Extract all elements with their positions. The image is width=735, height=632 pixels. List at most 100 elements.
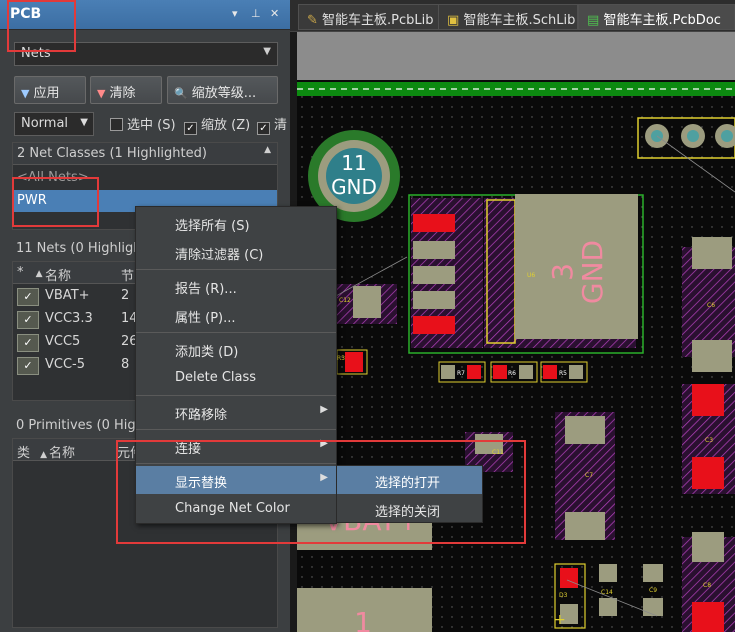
panel-title: PCB (10, 6, 42, 22)
pin-icon[interactable]: ⊥ (251, 7, 261, 20)
tab-pcbdoc[interactable]: ▤ 智能车主板.PcbDoc (578, 4, 735, 30)
tab-label: 智能车主板.PcbDoc (603, 13, 721, 28)
col-star[interactable]: * (17, 265, 24, 280)
pcblib-icon: ✎ (307, 13, 318, 28)
panel-menu-icon[interactable]: ▾ (232, 7, 238, 20)
clear-filter-icon: ▼ (97, 87, 106, 100)
menu-item-connect[interactable]: 连接 ▶ (136, 432, 336, 460)
chevron-up-icon[interactable]: ▲ (264, 145, 271, 155)
chevron-right-icon: ▶ (320, 404, 328, 415)
panel-mode-select[interactable]: Nets ▼ (14, 42, 278, 66)
pcb-canvas[interactable]: 11 GND 3 GND U6 C12 R3 R7 R6 R5 C11 C7 C… (297, 32, 735, 632)
pad (519, 365, 533, 379)
ref-r5: R5 (559, 370, 567, 377)
checkmark-icon: ✓ (257, 122, 270, 135)
menu-item-clear-filter[interactable]: 清除过滤器 (C) (136, 238, 336, 266)
schlib-icon: ▣ (447, 13, 460, 28)
clear-label: 清除 (109, 86, 136, 101)
chevron-down-icon: ▼ (263, 46, 271, 57)
net-classes-header: 2 Net Classes (1 Highlighted) ▲ (13, 143, 277, 165)
ref-c8: C8 (703, 582, 711, 589)
tab-label: 智能车主板.PcbLib (322, 13, 434, 28)
menu-item-change-net-color[interactable]: Change Net Color (136, 495, 336, 523)
menu-separator (136, 429, 336, 430)
pad (493, 365, 507, 379)
tab-pcblib[interactable]: ✎ 智能车主板.PcbLib (298, 4, 440, 30)
pad (441, 365, 455, 379)
pad (543, 365, 557, 379)
menu-item-display-override[interactable]: 显示替换 ▶ (136, 466, 336, 494)
pcb-board-view[interactable]: 11 GND 3 GND U6 C12 R3 R7 R6 R5 C11 C7 C… (297, 32, 735, 632)
select-checkbox[interactable]: 选中 (S) (110, 114, 176, 133)
pad (413, 266, 455, 284)
chevron-right-icon: ▶ (320, 438, 328, 449)
ref-c9: C9 (649, 587, 657, 594)
view-mode-select[interactable]: Normal ▼ (14, 112, 94, 136)
pad (692, 237, 732, 269)
zoom-label: 缩放 (Z) (201, 118, 251, 133)
clear-checkbox[interactable]: ✓ 清 (257, 114, 287, 135)
net-name: VCC-5 (45, 357, 86, 372)
col-node[interactable]: 节 (121, 265, 134, 284)
apply-label: 应用 (33, 86, 60, 101)
menu-item-label: 环路移除 (175, 408, 228, 423)
sort-up-icon: ▲ (35, 269, 43, 279)
submenu-item-selection-on[interactable]: 选择的打开 (337, 466, 482, 494)
menu-item-loop-removal[interactable]: 环路移除 ▶ (136, 398, 336, 426)
origin-cross: + (554, 612, 566, 628)
ref-c14: C14 (601, 589, 613, 596)
pad (353, 286, 381, 318)
tab-schlib[interactable]: ▣ 智能车主板.SchLib (438, 4, 578, 30)
pcbdoc-icon: ▤ (587, 13, 600, 28)
menu-separator (136, 332, 336, 333)
pad (599, 598, 617, 616)
pad (643, 564, 663, 582)
pad (565, 416, 605, 444)
net-count: 8 (121, 357, 130, 372)
pad (692, 532, 724, 562)
menu-item-report[interactable]: 报告 (R)... (136, 272, 336, 300)
tab-label: 智能车主板.SchLib (463, 13, 576, 28)
ref-c3: C3 (705, 437, 713, 444)
net-visible-icon[interactable]: ✓ (17, 311, 39, 329)
chevron-right-icon: ▶ (320, 472, 328, 483)
ref-c12: C12 (339, 297, 351, 304)
zoom-checkbox[interactable]: ✓ 缩放 (Z) (184, 114, 250, 135)
net-name: VBAT+ (45, 288, 90, 303)
menu-item-delete-class[interactable]: Delete Class (136, 364, 336, 392)
panel-titlebar: PCB ▾ ⊥ ✕ (0, 0, 290, 30)
zoom-level-button[interactable]: 🔍 缩放等级... (167, 76, 278, 104)
gnd-via-number: 11 (341, 151, 366, 175)
pad (692, 384, 724, 416)
submenu-item-selection-off[interactable]: 选择的关闭 (337, 495, 482, 523)
ref-c11: C11 (492, 449, 504, 456)
menu-item-select-all[interactable]: 选择所有 (S) (136, 209, 336, 237)
col-name[interactable]: 名称 (45, 265, 71, 284)
net-visible-icon[interactable]: ✓ (17, 357, 39, 375)
clear-button[interactable]: ▼ 清除 (90, 76, 162, 104)
col-class[interactable]: 类 (17, 446, 30, 461)
display-override-submenu: 选择的打开 选择的关闭 (336, 465, 483, 523)
close-icon[interactable]: ✕ (270, 7, 279, 20)
sort-up-icon: ▲ (40, 450, 48, 460)
pad (413, 214, 455, 232)
ref-r6: R6 (508, 370, 516, 377)
menu-item-label: 显示替换 (175, 476, 228, 491)
context-menu: 选择所有 (S) 清除过滤器 (C) 报告 (R)... 属性 (P)... 添… (135, 206, 337, 524)
net-count: 2 (121, 288, 130, 303)
top-copper-strip (297, 82, 735, 96)
apply-button[interactable]: ▼ 应用 (14, 76, 86, 104)
menu-item-add-class[interactable]: 添加类 (D) (136, 335, 336, 363)
net-visible-icon[interactable]: ✓ (17, 334, 39, 352)
list-item-all-nets[interactable]: <All Nets> (13, 167, 277, 189)
menu-separator (136, 269, 336, 270)
header-pad-hole (687, 130, 699, 142)
pad (345, 352, 363, 372)
menu-item-properties[interactable]: 属性 (P)... (136, 301, 336, 329)
gnd-via-net: GND (331, 175, 377, 199)
net-visible-icon[interactable]: ✓ (17, 288, 39, 306)
net-classes-count: 2 Net Classes (1 Highlighted) (17, 146, 207, 161)
col-name[interactable]: 名称 (49, 442, 75, 461)
menu-item-label: 连接 (175, 442, 202, 457)
pad (569, 365, 583, 379)
